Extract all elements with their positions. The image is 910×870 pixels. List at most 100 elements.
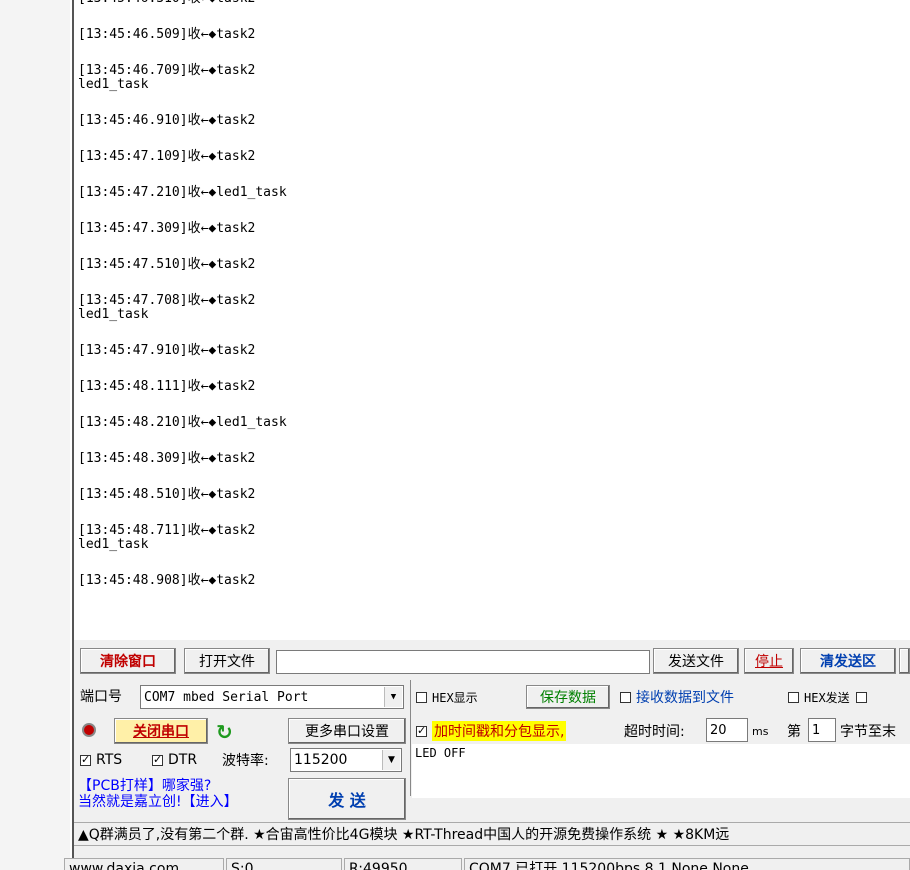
- close-port-label: 关闭串口: [133, 724, 189, 740]
- log-entry: [13:45:47.210]收←◆led1_task: [78, 186, 287, 200]
- receive-to-file-label: 接收数据到文件: [636, 690, 734, 706]
- chevron-down-icon: ▼: [384, 687, 402, 707]
- send-file-label: 发送文件: [668, 654, 724, 670]
- hex-display-check: [416, 691, 427, 703]
- log-line: led1_task: [78, 77, 149, 92]
- dtr-check: [152, 753, 163, 766]
- timeout-value: 20: [710, 722, 727, 738]
- open-file-label: 打开文件: [199, 654, 255, 670]
- log-line: [13:45:47.510]收←◆task2: [78, 257, 256, 272]
- hex-send-label: HEX发送: [804, 690, 850, 705]
- log-entry: [13:45:47.910]收←◆task2: [78, 344, 287, 358]
- more-port-settings-button[interactable]: 更多串口设置: [288, 718, 406, 744]
- port-label: 端口号: [80, 689, 122, 705]
- receive-to-file-check: [620, 691, 631, 703]
- log-entry: [13:45:48.309]收←◆task2: [78, 452, 287, 466]
- extra-option-check[interactable]: [855, 691, 867, 703]
- timestamp-checkbox[interactable]: 加时间戳和分包显示,: [416, 719, 567, 743]
- status-port: COM7 已打开 115200bps,8,1,None,None: [464, 858, 910, 870]
- log-line: [13:45:46.910]收←◆task2: [78, 113, 256, 128]
- chevron-down-icon: ▼: [382, 750, 400, 770]
- byte-prefix: 第: [787, 724, 801, 740]
- record-icon: [82, 723, 96, 737]
- log-entry: [13:45:48.111]收←◆task2: [78, 380, 287, 394]
- log-line: [13:45:47.210]收←◆led1_task: [78, 185, 287, 200]
- news-ticker[interactable]: ▲Q群满员了,没有第二个群. ★合宙高性价比4G模块 ★RT-Thread中国人…: [74, 822, 910, 846]
- send-label: 发 送: [328, 791, 366, 810]
- log-entry: [13:45:46.509]收←◆task2: [78, 28, 287, 42]
- log-line: [13:45:48.711]收←◆task2: [78, 523, 256, 538]
- dtr-checkbox[interactable]: DTR: [152, 748, 197, 772]
- promo-link[interactable]: 【PCB打样】哪家强? 当然就是嘉立创!【进入】: [78, 778, 238, 810]
- left-window-strip: [0, 0, 70, 870]
- status-site[interactable]: www.daxia.com: [64, 858, 224, 870]
- log-line: [13:45:48.908]收←◆task2: [78, 573, 256, 588]
- rts-label: RTS: [96, 752, 123, 768]
- send-text-value: LED OFF: [415, 746, 466, 760]
- log-line: [13:45:47.708]收←◆task2: [78, 293, 256, 308]
- rts-check: [80, 753, 91, 766]
- refresh-icon[interactable]: ↻: [216, 720, 233, 744]
- panel-divider: [410, 680, 411, 796]
- toolbar-overflow-checkbox[interactable]: [899, 648, 910, 674]
- rts-checkbox[interactable]: RTS: [80, 748, 122, 772]
- log-line: [13:45:46.709]收←◆task2: [78, 63, 256, 78]
- port-select-value: COM7 mbed Serial Port: [144, 689, 309, 705]
- log-line: [13:45:46.310]收←◆task2: [78, 0, 287, 6]
- status-sent: S:0: [226, 858, 342, 870]
- stop-button[interactable]: 停止: [744, 648, 794, 674]
- log-entry: [13:45:48.711]收←◆task2 led1_task: [78, 524, 287, 552]
- byte-suffix: 字节至末: [840, 724, 896, 740]
- baud-select-value: 115200: [294, 752, 348, 768]
- hex-send-check: [788, 691, 799, 703]
- log-line: [13:45:47.910]收←◆task2: [78, 343, 256, 358]
- port-select[interactable]: COM7 mbed Serial Port ▼: [140, 685, 404, 709]
- promo-line-2: 当然就是嘉立创!【进入】: [78, 794, 238, 810]
- hex-send-checkbox[interactable]: HEX发送: [788, 685, 872, 709]
- timestamp-label: 加时间戳和分包显示,: [432, 721, 567, 741]
- send-text-area[interactable]: LED OFF: [412, 744, 910, 798]
- send-file-button[interactable]: 发送文件: [653, 648, 739, 674]
- log-line: led1_task: [78, 537, 149, 552]
- timeout-unit: ms: [752, 724, 769, 738]
- send-button[interactable]: 发 送: [288, 778, 406, 820]
- log-line: [13:45:47.309]收←◆task2: [78, 221, 256, 236]
- timeout-input[interactable]: 20: [706, 718, 748, 742]
- receive-to-file-checkbox[interactable]: 接收数据到文件: [620, 685, 734, 709]
- log-entry: [13:45:48.210]收←◆led1_task: [78, 416, 287, 430]
- log-line: led1_task: [78, 307, 149, 322]
- receive-log-area[interactable]: [13:45:46.310]收←◆task2 [13:45:46.509]收←◆t…: [72, 0, 910, 640]
- log-line: [13:45:48.510]收←◆task2: [78, 487, 256, 502]
- log-entry: [13:45:47.309]收←◆task2: [78, 222, 287, 236]
- baud-select[interactable]: 115200 ▼: [290, 748, 402, 772]
- log-line: [13:45:48.210]收←◆led1_task: [78, 415, 287, 430]
- log-entry: [13:45:48.510]收←◆task2: [78, 488, 287, 502]
- status-received: R:49950: [344, 858, 462, 870]
- clear-window-button[interactable]: 清除窗口: [80, 648, 176, 674]
- clear-send-area-button[interactable]: 清发送区: [800, 648, 896, 674]
- log-line: [13:45:46.509]收←◆task2: [78, 27, 256, 42]
- hex-display-checkbox[interactable]: HEX显示: [416, 685, 478, 709]
- hex-display-label: HEX显示: [432, 690, 478, 705]
- open-file-button[interactable]: 打开文件: [184, 648, 270, 674]
- log-entry: [13:45:47.510]收←◆task2: [78, 258, 287, 272]
- baud-label: 波特率:: [222, 753, 269, 769]
- log-entry: [13:45:46.910]收←◆task2: [78, 114, 287, 128]
- stop-label: 停止: [755, 654, 783, 670]
- promo-line-1: 【PCB打样】哪家强?: [78, 778, 212, 794]
- status-bar: www.daxia.com S:0 R:49950 COM7 已打开 11520…: [64, 858, 910, 870]
- log-entry: [13:45:46.310]收←◆task2: [78, 0, 287, 6]
- close-port-button[interactable]: 关闭串口: [114, 718, 208, 744]
- file-path-input[interactable]: [276, 650, 650, 674]
- log-line: [13:45:47.109]收←◆task2: [78, 149, 256, 164]
- clear-send-area-label: 清发送区: [820, 654, 876, 670]
- log-entry: [13:45:47.109]收←◆task2: [78, 150, 287, 164]
- log-entry: [13:45:48.908]收←◆task2: [78, 574, 287, 588]
- save-data-button[interactable]: 保存数据: [526, 685, 610, 709]
- receive-log-content: [13:45:46.310]收←◆task2 [13:45:46.509]收←◆t…: [78, 0, 287, 610]
- news-ticker-text: ▲Q群满员了,没有第二个群. ★合宙高性价比4G模块 ★RT-Thread中国人…: [78, 827, 730, 843]
- log-line: [13:45:48.111]收←◆task2: [78, 379, 256, 394]
- byte-index-input[interactable]: 1: [808, 718, 836, 742]
- save-data-label: 保存数据: [540, 690, 596, 706]
- dtr-label: DTR: [168, 752, 198, 768]
